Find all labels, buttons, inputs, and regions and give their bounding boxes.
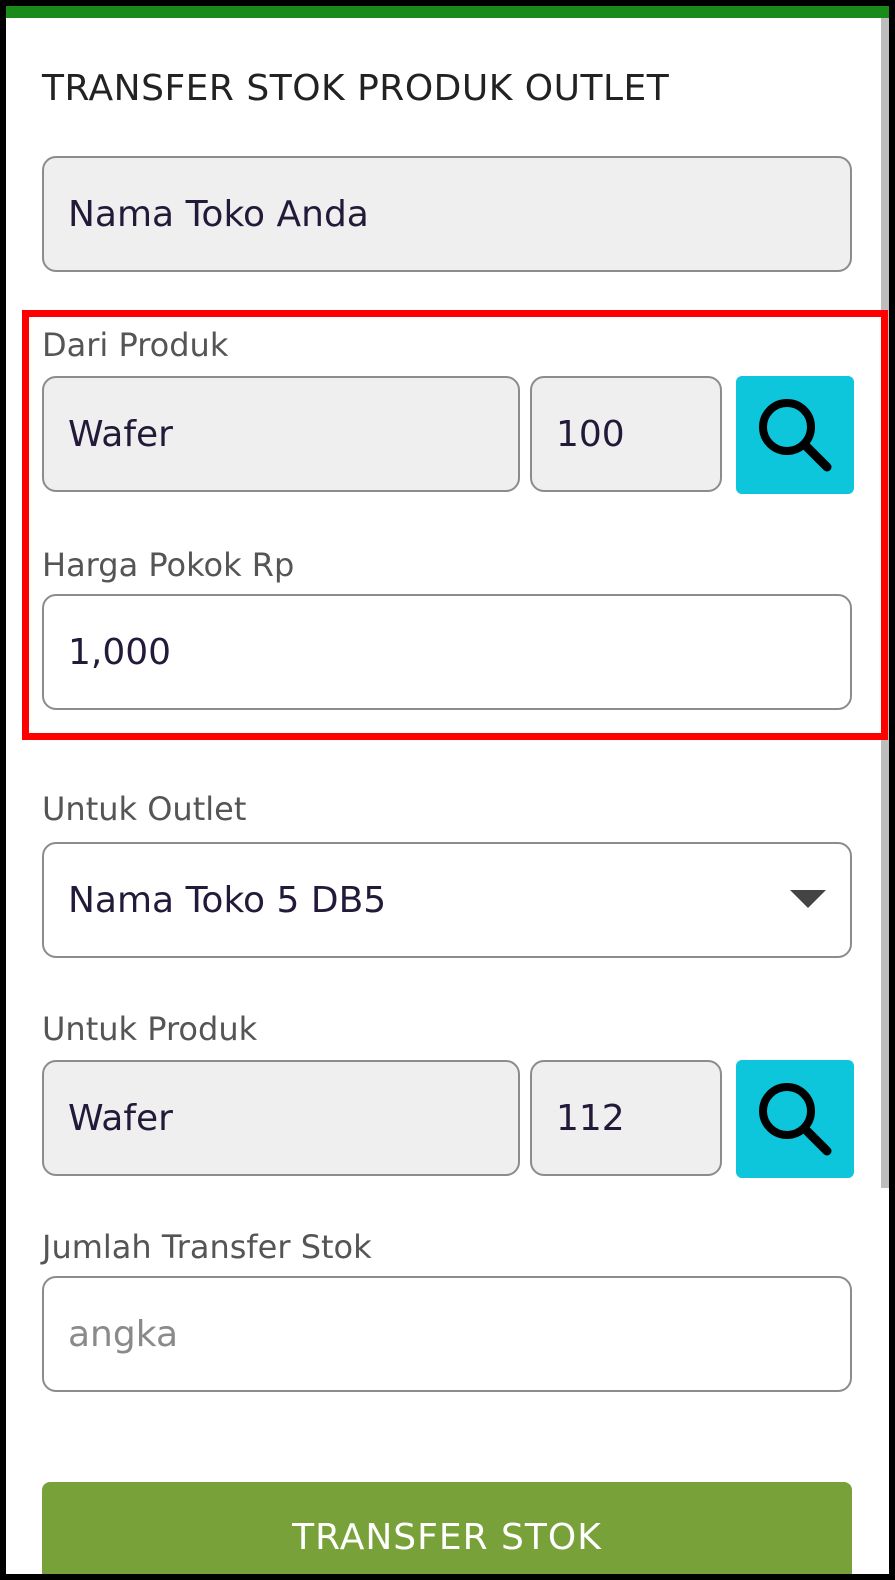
to-product-qty-field[interactable]: 112 xyxy=(530,1060,722,1176)
to-product-label: Untuk Produk xyxy=(42,1010,258,1048)
transfer-stock-button[interactable]: TRANSFER STOK xyxy=(42,1482,852,1574)
chevron-down-icon xyxy=(790,890,826,908)
app-frame: TRANSFER STOK PRODUK OUTLET Nama Toko An… xyxy=(0,0,895,1580)
to-product-name-value: Wafer xyxy=(68,1097,173,1139)
cost-price-label: Harga Pokok Rp xyxy=(42,546,295,584)
transfer-stock-button-label: TRANSFER STOK xyxy=(292,1516,602,1558)
to-outlet-label: Untuk Outlet xyxy=(42,790,247,828)
to-product-qty-value: 112 xyxy=(556,1097,625,1139)
from-product-qty-field[interactable]: 100 xyxy=(530,376,722,492)
to-product-name-field[interactable]: Wafer xyxy=(42,1060,520,1176)
transfer-qty-input[interactable]: angka xyxy=(42,1276,852,1392)
transfer-qty-placeholder: angka xyxy=(68,1313,179,1355)
from-product-label: Dari Produk xyxy=(42,326,229,364)
to-product-search-button[interactable] xyxy=(736,1060,854,1178)
to-outlet-select[interactable]: Nama Toko 5 DB5 xyxy=(42,842,852,958)
cost-price-field[interactable]: 1,000 xyxy=(42,594,852,710)
transfer-qty-label: Jumlah Transfer Stok xyxy=(42,1228,372,1266)
store-name-value: Nama Toko Anda xyxy=(68,193,369,235)
from-product-name-value: Wafer xyxy=(68,413,173,455)
top-accent-bar xyxy=(6,6,889,18)
search-icon xyxy=(759,1083,832,1156)
to-outlet-selected: Nama Toko 5 DB5 xyxy=(68,879,387,921)
from-product-search-button[interactable] xyxy=(736,376,854,494)
search-icon xyxy=(759,399,832,472)
store-name-field[interactable]: Nama Toko Anda xyxy=(42,156,852,272)
cost-price-value: 1,000 xyxy=(68,631,172,673)
page-title: TRANSFER STOK PRODUK OUTLET xyxy=(42,68,670,109)
scrollbar[interactable] xyxy=(881,18,889,1188)
from-product-qty-value: 100 xyxy=(556,413,625,455)
from-product-name-field[interactable]: Wafer xyxy=(42,376,520,492)
